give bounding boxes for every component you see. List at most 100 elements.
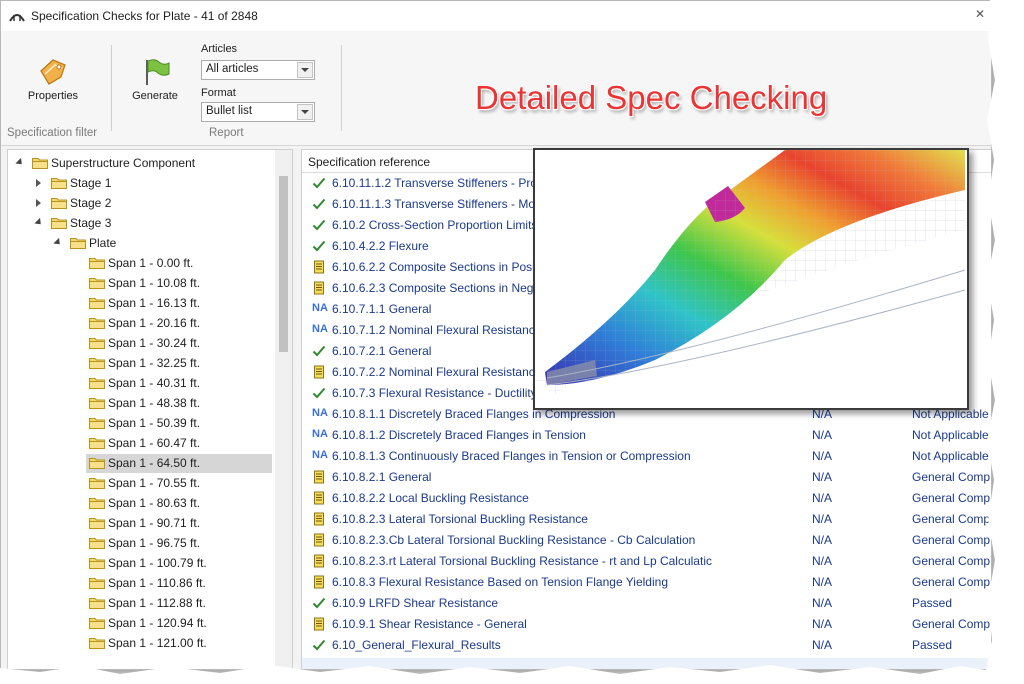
table-row[interactable]: 6.10.8.2.1 General N/A General Comp.	[302, 467, 992, 488]
chevron-down-icon[interactable]	[297, 104, 313, 120]
folder-icon	[89, 298, 105, 309]
tree-node-span[interactable]: Span 1 - 100.79 ft.	[8, 554, 274, 572]
tree-node-label: Span 1 - 10.08 ft.	[108, 276, 201, 290]
tree-node-plate[interactable]: Plate	[8, 234, 274, 252]
tree-node-span[interactable]: Span 1 - 48.38 ft.	[8, 394, 274, 412]
bridge-icon	[9, 14, 25, 22]
folder-icon	[89, 378, 105, 389]
tree-node-span[interactable]: Span 1 - 90.71 ft.	[8, 514, 274, 532]
document-icon	[314, 260, 324, 274]
folder-icon	[89, 578, 105, 589]
table-row[interactable]: 6.10.9.1 Shear Resistance - General N/A Ge…	[302, 614, 991, 635]
properties-button[interactable]: Properties	[23, 57, 83, 102]
result-cell: General Comp.	[912, 470, 992, 484]
ribbon-separator	[111, 45, 112, 131]
spec-reference-cell: 6.10.11.1.2 Transverse Stiffeners - Proj…	[332, 176, 547, 190]
tree-node-label: Span 1 - 30.24 ft.	[108, 336, 201, 350]
tree-node-stage-2[interactable]: Stage 2	[8, 194, 274, 212]
tag-icon	[40, 59, 66, 85]
folder-icon	[51, 178, 67, 189]
table-row[interactable]: NA 6.10.8.1.3 Continuously Braced Flanges…	[302, 446, 991, 467]
tree-node-span[interactable]: Span 1 - 110.86 ft.	[8, 574, 274, 592]
headline-annotation: Detailed Spec Checking	[475, 79, 828, 116]
folder-icon	[89, 318, 105, 329]
tree-node-span[interactable]: Span 1 - 20.16 ft.	[8, 314, 274, 332]
format-select[interactable]: Bullet list	[201, 102, 315, 122]
result-cell: General Comp.	[912, 533, 992, 547]
flag-icon	[146, 59, 170, 85]
folder-icon	[32, 158, 48, 169]
tree-node-stage-3[interactable]: Stage 3	[8, 214, 274, 232]
tree-node-stage-1[interactable]: Stage 1	[8, 174, 274, 192]
tree-node-span[interactable]: Span 1 - 96.75 ft.	[8, 534, 274, 552]
table-row[interactable]: 6.10.8.2.3 Lateral Torsional Buckling Re…	[302, 509, 991, 530]
table-row[interactable]: 6.10.8.2.3.Cb Lateral Torsional Buckling…	[302, 530, 992, 551]
table-row[interactable]: 6.10.9 LRFD Shear Resistance N/A Passed	[302, 593, 991, 614]
table-row[interactable]: 6.10_General_Flexural_Results N/A Passed	[302, 635, 991, 656]
chevron-down-icon[interactable]	[297, 62, 313, 78]
spec-reference-cell: 6.10.11.1.3 Transverse Stiffeners - Mon	[332, 197, 542, 211]
tree-node-label: Span 1 - 0.00 ft.	[108, 256, 194, 270]
spec-reference-cell: 6.10.4.2.2 Flexure	[332, 239, 429, 253]
girder-model-image	[535, 150, 966, 395]
tree-node-span[interactable]: Span 1 - 120.94 ft.	[8, 614, 274, 632]
table-row[interactable]: 6.10.8.2.2 Local Buckling Resistance N/A G…	[302, 488, 991, 509]
grid-scrollbar[interactable]	[302, 658, 991, 669]
stress-contour-3d-view	[533, 148, 969, 410]
expanded-arrow-icon[interactable]	[34, 217, 44, 228]
tree-node-span[interactable]: Span 1 - 70.55 ft.	[8, 474, 274, 492]
generate-label: Generate	[132, 90, 178, 102]
tree-node-span[interactable]: Span 1 - 60.47 ft.	[8, 434, 274, 452]
tree-node-span[interactable]: Span 1 - 40.31 ft.	[8, 374, 274, 392]
tree-node-span[interactable]: Span 1 - 64.50 ft.	[8, 454, 274, 472]
spec-reference-cell: 6.10.9.1 Shear Resistance - General	[332, 617, 527, 631]
spec-reference-cell: 6.10.7.2.2 Nominal Flexural Resistance	[332, 365, 542, 379]
tree-node-span[interactable]: Span 1 - 80.63 ft.	[8, 494, 274, 512]
checkmark-icon	[312, 177, 326, 189]
tree-node-span[interactable]: Span 1 - 10.08 ft.	[8, 274, 274, 292]
expanded-arrow-icon[interactable]	[15, 157, 25, 168]
document-icon	[314, 533, 324, 547]
ribbon-separator	[341, 45, 342, 131]
scrollbar-thumb[interactable]	[279, 176, 288, 352]
tree-node-label: Span 1 - 16.13 ft.	[108, 296, 201, 310]
tree-node-span[interactable]: Span 1 - 112.88 ft.	[8, 594, 274, 612]
expanded-arrow-icon[interactable]	[53, 237, 63, 248]
spec-reference-cell: 6.10.8.2.1 General	[332, 470, 432, 484]
document-icon	[314, 365, 324, 379]
articles-select[interactable]: All articles	[201, 60, 315, 80]
value-cell: N/A	[812, 638, 833, 652]
tree-node-label: Superstructure Component	[51, 156, 196, 170]
table-row[interactable]: 6.10.8.2.3.rt Lateral Torsional Buckling…	[302, 551, 991, 572]
folder-icon	[89, 338, 105, 349]
na-icon: NA	[312, 302, 328, 314]
tree-node-superstructure[interactable]: Superstructure Component	[8, 154, 274, 172]
tree-node-label: Span 1 - 20.16 ft.	[108, 316, 201, 330]
spec-reference-cell: 6.10.8.2.2 Local Buckling Resistance	[332, 491, 529, 505]
folder-icon	[89, 458, 105, 469]
tree-scrollbar[interactable]	[275, 150, 292, 669]
tree-node-span[interactable]: Span 1 - 0.00 ft.	[8, 254, 274, 272]
folder-icon	[89, 478, 105, 489]
close-icon[interactable]: ✕	[975, 7, 985, 21]
tree-node-span[interactable]: Span 1 - 50.39 ft.	[8, 414, 274, 432]
folder-icon	[89, 498, 105, 509]
table-row[interactable]: NA 6.10.8.1.2 Discretely Braced Flanges i…	[302, 425, 991, 446]
tree-node-label: Span 1 - 90.71 ft.	[108, 516, 201, 530]
tree-node-span[interactable]: Span 1 - 121.00 ft.	[8, 634, 274, 652]
spec-reference-cell: 6.10.7.3 Flexural Resistance - Ductility	[332, 386, 537, 400]
tree-node-span[interactable]: Span 1 - 32.25 ft.	[8, 354, 274, 372]
collapsed-arrow-icon[interactable]	[36, 199, 41, 207]
tree-node-span[interactable]: Span 1 - 30.24 ft.	[8, 334, 274, 352]
document-icon	[314, 491, 324, 505]
document-icon	[314, 617, 324, 631]
tree-node-span[interactable]: Span 1 - 16.13 ft.	[8, 294, 274, 312]
folder-icon	[89, 518, 105, 529]
checkmark-icon	[312, 387, 326, 399]
collapsed-arrow-icon[interactable]	[36, 179, 41, 187]
spec-reference-cell: 6.10.7.1.2 Nominal Flexural Resistance	[332, 323, 542, 337]
table-row[interactable]: 6.10.8.3 Flexural Resistance Based on Te…	[302, 572, 991, 593]
generate-button[interactable]: Generate	[125, 57, 185, 102]
spec-reference-cell: 6.10.8.1.2 Discretely Braced Flanges in …	[332, 428, 586, 442]
column-header-spec-reference[interactable]: Specification reference	[308, 155, 430, 169]
